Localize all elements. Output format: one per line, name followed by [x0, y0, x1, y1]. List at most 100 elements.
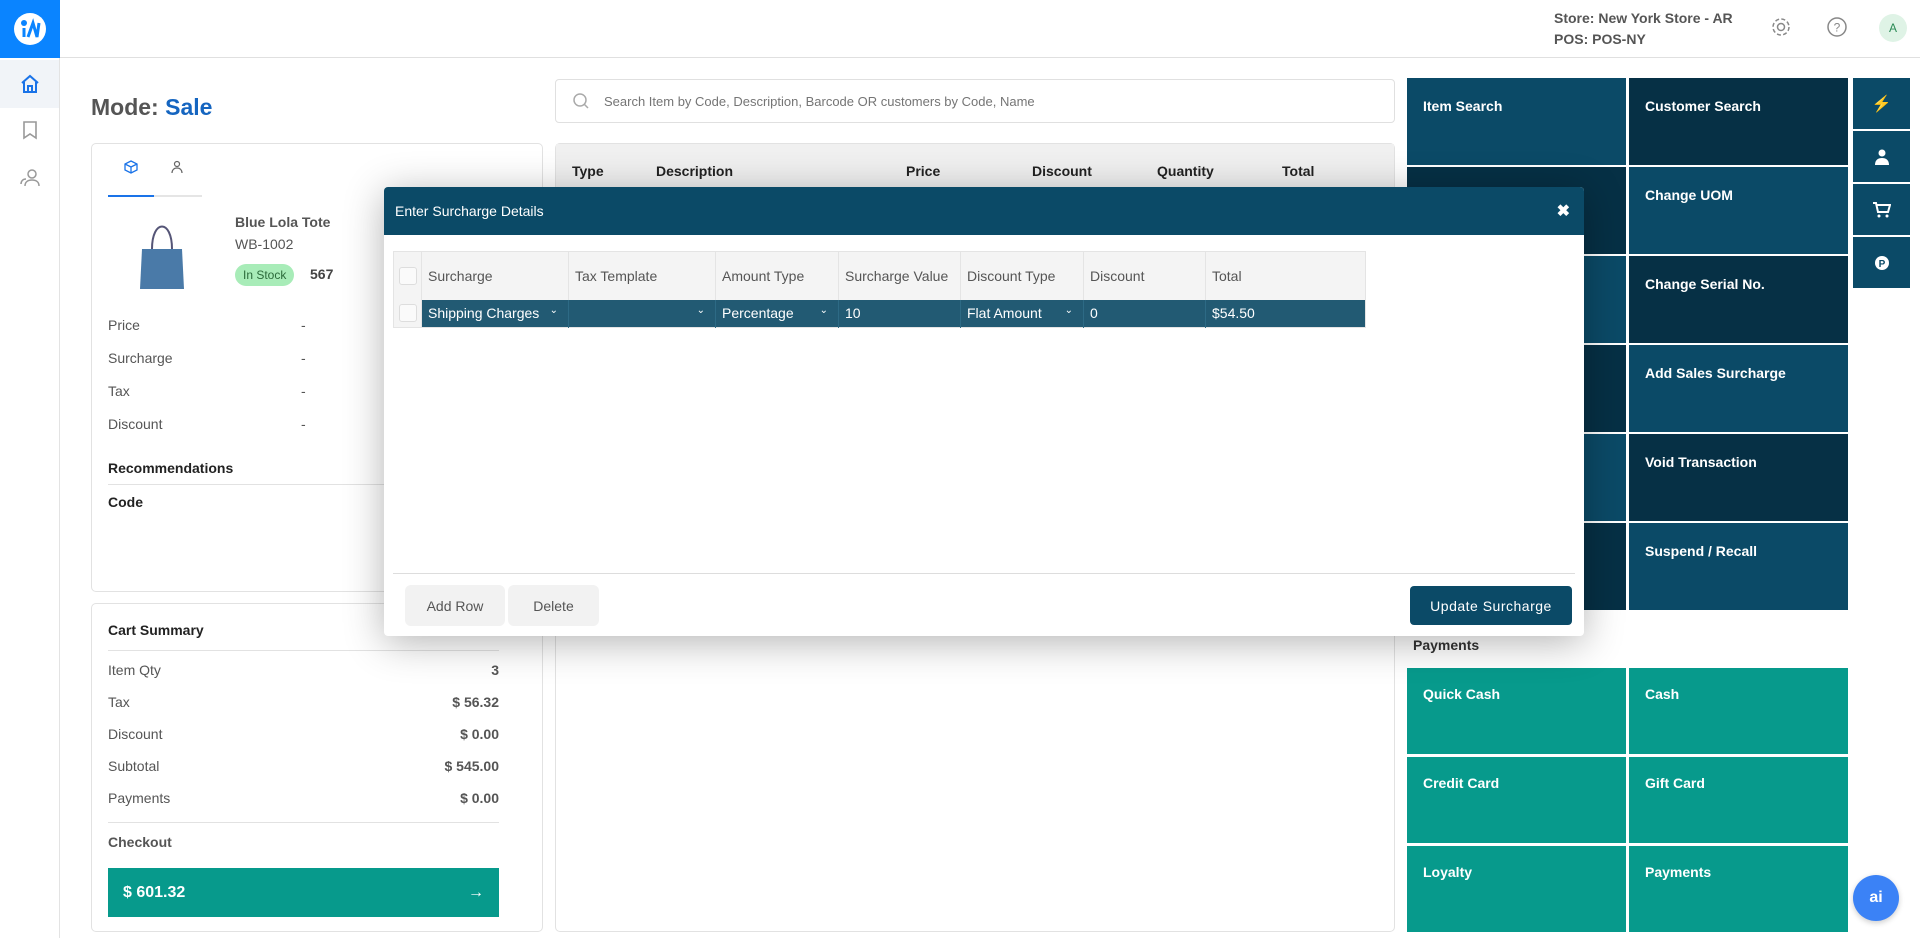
col-type: Type	[572, 163, 604, 179]
modal-title: Enter Surcharge Details	[395, 203, 544, 219]
cart-plus-icon[interactable]	[1853, 184, 1910, 235]
item-search-tile[interactable]: Item Search	[1407, 78, 1626, 165]
recommendations-heading: Recommendations	[108, 460, 234, 476]
tab-item[interactable]	[108, 160, 154, 190]
chevron-down-icon: ⌄	[696, 304, 705, 316]
product-code: WB-1002	[235, 236, 294, 252]
help-button[interactable]: ?	[1826, 16, 1848, 43]
quick-icon-bar: ⚡ P	[1853, 78, 1910, 288]
col-description: Description	[656, 163, 734, 179]
cash-tile[interactable]: Cash	[1629, 668, 1848, 754]
col-discount: Discount	[1032, 163, 1092, 179]
customer-search-tile[interactable]: Customer Search	[1629, 78, 1848, 165]
delete-button[interactable]: Delete	[508, 585, 599, 626]
stock-badge: In Stock	[235, 264, 295, 286]
gear-icon	[1772, 18, 1790, 36]
col-quantity: Quantity	[1157, 163, 1214, 179]
user-icon	[171, 160, 183, 174]
cart-row: Discount $ 0.00	[108, 726, 499, 742]
sidebar	[0, 0, 60, 938]
col-discount: Discount	[1083, 251, 1206, 300]
tax-template-select[interactable]: ⌄	[568, 299, 716, 328]
chevron-down-icon: ⌄	[819, 304, 828, 316]
change-serial-tile[interactable]: Change Serial No.	[1629, 256, 1848, 343]
cart-row: Tax $ 56.32	[108, 694, 499, 710]
ai-assistant-button[interactable]: ai	[1853, 875, 1899, 921]
search-input[interactable]	[604, 93, 1364, 109]
product-name: Blue Lola Tote	[235, 214, 331, 230]
stock-qty: 567	[310, 266, 334, 282]
discount-type-select[interactable]: Flat Amount ⌄	[960, 299, 1084, 328]
update-surcharge-button[interactable]: Update Surcharge	[1410, 586, 1572, 625]
void-transaction-tile[interactable]: Void Transaction	[1629, 434, 1848, 521]
arrow-right-icon: →	[468, 883, 484, 901]
close-icon[interactable]: ✖	[1557, 201, 1570, 221]
col-tax-template: Tax Template	[568, 251, 716, 300]
cart-summary-card: Cart Summary Item Qty 3 Tax $ 56.32 Discou…	[91, 603, 543, 932]
mode-value: Sale	[165, 94, 213, 120]
surcharge-modal: Enter Surcharge Details ✖ Surcharge Tax …	[384, 187, 1584, 636]
sidebar-item-bookmarks[interactable]	[0, 106, 59, 154]
surcharge-value-input[interactable]: 10	[838, 299, 961, 328]
svg-text:P: P	[1878, 259, 1885, 270]
avatar[interactable]: A	[1879, 14, 1907, 42]
col-total: Total	[1205, 251, 1366, 300]
cart-row: Item Qty 3	[108, 662, 499, 678]
code-header: Code	[108, 494, 143, 510]
chevron-down-icon: ⌄	[549, 304, 558, 316]
tab-customer[interactable]	[154, 160, 200, 190]
credit-card-tile[interactable]: Credit Card	[1407, 757, 1626, 843]
col-discount-type: Discount Type	[960, 251, 1084, 300]
page-title: Mode: Sale	[91, 94, 213, 120]
add-sales-surcharge-tile[interactable]: Add Sales Surcharge	[1629, 345, 1848, 432]
user-icon[interactable]	[1853, 131, 1910, 182]
payments-heading: Payments	[1413, 637, 1480, 653]
sidebar-item-customers[interactable]	[0, 154, 59, 202]
cart-row: Subtotal $ 545.00	[108, 758, 499, 774]
svg-text:?: ?	[1834, 21, 1841, 35]
search-icon	[573, 93, 589, 109]
users-icon	[19, 169, 40, 187]
amount-type-select[interactable]: Percentage ⌄	[715, 299, 839, 328]
home-icon	[20, 74, 39, 93]
surcharge-select[interactable]: Shipping Charges ⌄	[421, 299, 569, 328]
checkout-label: Checkout	[108, 834, 172, 850]
change-uom-tile[interactable]: Change UOM	[1629, 167, 1848, 254]
loyalty-tile[interactable]: Loyalty	[1407, 846, 1626, 932]
checkout-total: $ 601.32	[123, 883, 186, 901]
checkout-button[interactable]: $ 601.32 →	[108, 868, 499, 917]
sidebar-item-home[interactable]	[0, 60, 59, 108]
total-value: $54.50	[1205, 299, 1366, 328]
add-row-button[interactable]: Add Row	[405, 585, 505, 626]
col-price: Price	[906, 163, 941, 179]
settings-button[interactable]	[1770, 16, 1792, 43]
parking-icon[interactable]: P	[1853, 237, 1910, 288]
pos-name: POS: POS-NY	[1554, 31, 1646, 47]
suspend-recall-tile[interactable]: Suspend / Recall	[1629, 523, 1848, 610]
search-bar[interactable]	[555, 79, 1395, 123]
help-icon: ?	[1827, 17, 1847, 37]
select-all-checkbox[interactable]	[393, 251, 422, 300]
cart-row: Payments $ 0.00	[108, 790, 499, 806]
discount-input[interactable]: 0	[1083, 299, 1206, 328]
modal-header: Enter Surcharge Details ✖	[384, 187, 1584, 235]
row-checkbox[interactable]	[393, 299, 422, 328]
surcharge-table: Surcharge Tax Template Amount Type Surch…	[393, 251, 1366, 328]
table-row: Shipping Charges ⌄ ⌄ Percentage ⌄ 10 Flat …	[393, 299, 1366, 328]
cube-icon	[124, 160, 138, 174]
gift-card-tile[interactable]: Gift Card	[1629, 757, 1848, 843]
chevron-down-icon: ⌄	[1064, 304, 1073, 316]
store-name: Store: New York Store - AR	[1554, 10, 1733, 26]
col-surcharge: Surcharge	[421, 251, 569, 300]
payment-tiles: Quick Cash Cash Credit Card Gift Card Lo…	[1407, 668, 1849, 932]
quick-cash-tile[interactable]: Quick Cash	[1407, 668, 1626, 754]
bolt-icon[interactable]: ⚡	[1853, 78, 1910, 129]
payments-tile[interactable]: Payments	[1629, 846, 1848, 932]
product-image	[122, 214, 202, 294]
cart-summary-title: Cart Summary	[108, 622, 204, 638]
col-surcharge-value: Surcharge Value	[838, 251, 961, 300]
col-total: Total	[1282, 163, 1315, 179]
app-logo[interactable]	[0, 0, 60, 58]
col-amount-type: Amount Type	[715, 251, 839, 300]
bookmark-icon	[22, 121, 37, 140]
